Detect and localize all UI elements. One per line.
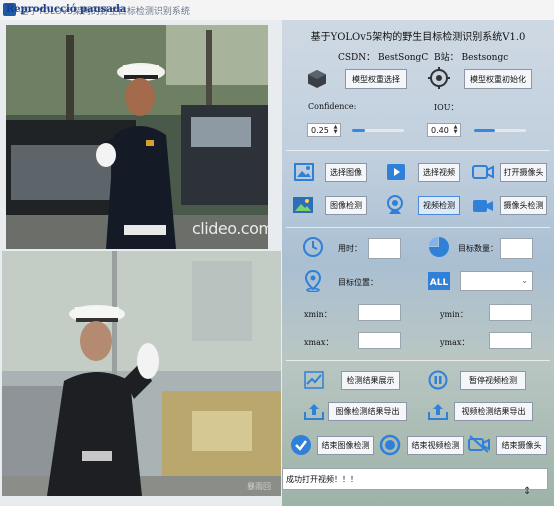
confidence-label: Confidence: [308,102,357,111]
svg-text:ALL: ALL [430,278,449,288]
select-image-button[interactable]: 选择图像 [325,163,367,182]
police-officer-scene [6,25,268,249]
webcam-icon [387,195,403,214]
cube-icon [308,70,326,88]
ymax-label: ymax： [440,338,470,347]
pause-video-button[interactable]: 暂停视频检测 [460,371,526,390]
ymax-output [489,332,532,349]
spin-arrows-icon[interactable]: ▲ ▼ [452,125,459,136]
resize-grip-icon[interactable]: ↕ [523,486,531,497]
count-output [500,238,533,259]
iou-value: 0.40 [431,125,449,135]
target-icon [428,67,450,89]
upload-icon [428,404,448,420]
camera-detect-icon [473,200,493,212]
panel-title: 基于YOLOv5架构的野生目标检测识别系统V1.0 [310,32,526,43]
position-label: 目标位置： [338,278,378,287]
iou-slider-fill [474,129,495,132]
confidence-slider-fill [352,129,365,132]
upload-icon [304,404,324,420]
camera-detect-button[interactable]: 摄像头检测 [500,196,547,215]
control-panel: 基于YOLOv5架构的野生目标检测识别系统V1.0 CSDN： BestSong… [282,20,554,506]
image-detect-button[interactable]: 图像检测 [325,196,367,215]
xmax-output [358,332,401,349]
model-select-button[interactable]: 模型权重选择 [345,69,407,89]
end-camera-button[interactable]: 结束摄像头 [496,436,547,455]
bilibili-label: B站： Bestsongc [434,53,509,63]
open-camera-button[interactable]: 打开摄像头 [500,163,547,182]
confidence-value: 0.25 [311,125,329,135]
model-init-button[interactable]: 模型权重初始化 [464,69,532,89]
confidence-spinbox[interactable]: 0.25 ▲ ▼ [307,123,341,137]
camera-icon [472,165,494,179]
ymin-output [489,304,532,321]
csdn-label: CSDN： BestSongC [338,53,429,63]
detection-video-display: 暴雨回 [2,251,281,496]
result-show-button[interactable]: 检测结果展示 [341,371,400,390]
stop-circle-icon [379,434,401,456]
iou-label: IOU： [434,103,459,112]
section-divider [286,360,550,361]
video-file-icon [387,164,405,180]
select-video-button[interactable]: 选择视频 [418,163,460,182]
window-titlebar: 基于YOLOv5架构的野生目标检测识别系统 Reproducció pausad… [0,0,554,20]
chevron-down-icon[interactable]: ⌄ [521,276,528,285]
count-label: 目标数量： [458,244,498,253]
section-divider [286,227,550,228]
pie-chart-icon [429,237,449,257]
camera-off-icon [468,435,490,453]
export-video-button[interactable]: 视频检测结果导出 [454,402,533,421]
check-circle-icon [291,435,311,455]
location-pin-icon [304,270,322,292]
spin-arrows-icon[interactable]: ▲ ▼ [332,125,339,136]
end-image-button[interactable]: 结束图像检测 [317,436,374,455]
all-icon: ALL [428,272,450,290]
image-icon [294,163,314,181]
video-detect-button[interactable]: 视频检测 [418,196,460,215]
time-output [368,238,401,259]
status-text: 成功打开视频！！！ [286,475,358,484]
line-chart-icon [304,371,324,389]
video-watermark-bottom: 暴雨回 [247,482,271,491]
pause-icon [428,370,448,390]
image-detect-icon [293,197,313,213]
target-select[interactable]: ⌄ [460,271,533,291]
time-label: 用时： [338,244,362,253]
status-bar: 成功打开视频！！！ [282,468,548,490]
end-video-button[interactable]: 结束视频检测 [407,436,464,455]
playback-overlay-text: Reproducció pausada [6,4,127,15]
video-watermark: clideo.com [192,219,268,238]
detection-result-scene [2,251,281,496]
original-video-display: clideo.com [6,25,268,249]
export-image-button[interactable]: 图像检测结果导出 [328,402,407,421]
iou-slider[interactable] [474,129,526,132]
xmin-output [358,304,401,321]
confidence-slider[interactable] [352,129,404,132]
ymin-label: ymin： [440,310,468,319]
section-divider [286,150,550,151]
xmax-label: xmax： [304,338,334,347]
xmin-label: xmin： [304,310,332,319]
iou-spinbox[interactable]: 0.40 ▲ ▼ [427,123,461,137]
clock-icon [303,237,323,257]
